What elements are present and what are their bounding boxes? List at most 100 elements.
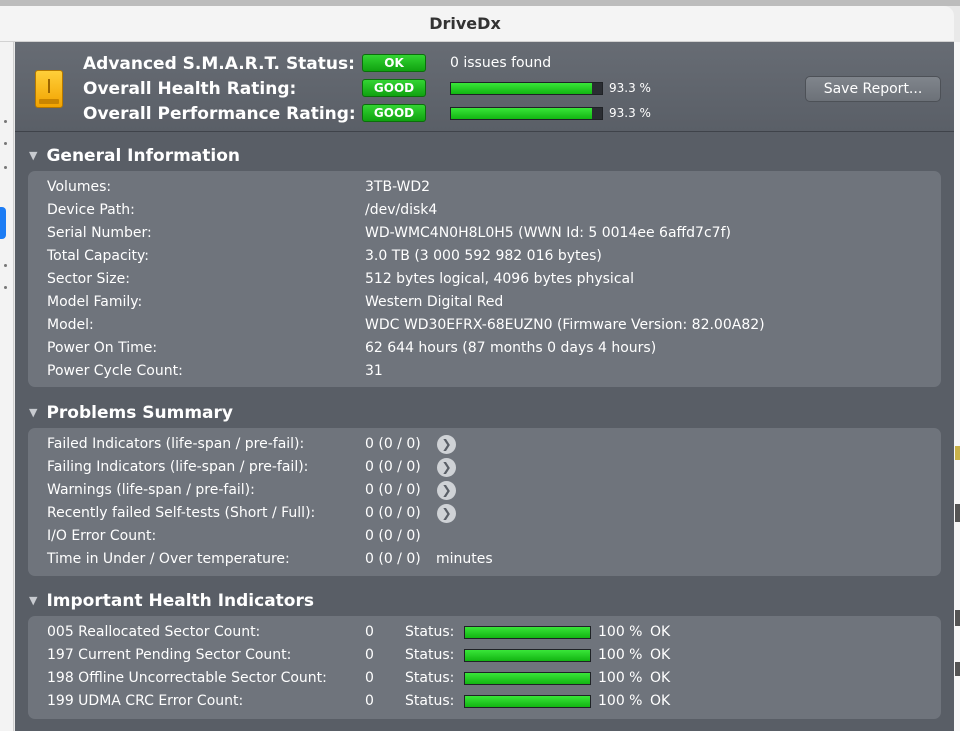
sidebar-edge [0,42,14,731]
details-arrow-icon[interactable]: ❯ [437,458,456,477]
health-rating-percent: 93.3 % [609,81,651,95]
performance-rating-label: Overall Performance Rating: [83,104,356,124]
problem-value: 0 (0 / 0) [365,482,421,498]
details-arrow-icon[interactable]: ❯ [437,504,456,523]
indicator-status-label: Status: [405,624,455,640]
indicator-status-bar [464,626,591,639]
sidebar-dot [4,286,7,289]
title-bar: DriveDx [0,6,954,42]
performance-rating-percent: 93.3 % [609,106,651,120]
sidebar-selected-item[interactable] [0,207,6,239]
info-value: 3.0 TB (3 000 592 982 016 bytes) [365,248,602,264]
health-rating-badge: GOOD [362,79,426,97]
health-indicators-header[interactable]: ▼ Important Health Indicators [29,591,314,611]
indicator-status-bar-fill [465,627,590,638]
info-row: Power Cycle Count: 31 [28,360,941,383]
background-window-mark [955,662,960,676]
health-rating-label: Overall Health Rating: [83,79,297,99]
indicator-raw-value: 0 [365,647,374,663]
sidebar-dot [4,166,7,169]
problem-key: Failing Indicators (life-span / pre-fail… [47,459,309,475]
sidebar-dot [4,264,7,267]
details-arrow-icon[interactable]: ❯ [437,435,456,454]
problem-row: Warnings (life-span / pre-fail): 0 (0 / 0… [28,479,941,502]
info-key: Total Capacity: [47,248,150,264]
indicator-status-bar-fill [465,696,590,707]
details-arrow-icon[interactable]: ❯ [437,481,456,500]
info-row: Model Family: Western Digital Red [28,291,941,314]
background-window-mark [955,504,960,522]
smart-status-label: Advanced S.M.A.R.T. Status: [83,54,355,74]
info-key: Serial Number: [47,225,152,241]
info-value: 3TB-WD2 [365,179,431,195]
indicator-row: 005 Reallocated Sector Count: 0 Status: … [28,621,941,644]
save-report-button[interactable]: Save Report... [805,76,941,102]
indicator-status-text: OK [650,670,671,686]
indicator-raw-value: 0 [365,624,374,640]
disclosure-triangle-icon[interactable]: ▼ [29,149,37,162]
general-info-panel: Volumes: 3TB-WD2 Device Path: /dev/disk4 S… [28,171,941,387]
indicator-status-text: OK [650,647,671,663]
indicator-raw-value: 0 [365,693,374,709]
indicator-status-bar [464,649,591,662]
info-key: Power Cycle Count: [47,363,183,379]
problem-value: 0 (0 / 0) [365,528,421,544]
indicator-status-bar [464,695,591,708]
problem-key: Recently failed Self-tests (Short / Full… [47,505,316,521]
general-info-title: General Information [46,146,240,166]
problem-key: Failed Indicators (life-span / pre-fail)… [47,436,305,452]
main-panel: Advanced S.M.A.R.T. Status: OK 0 issues … [15,42,954,731]
disclosure-triangle-icon[interactable]: ▼ [29,406,37,419]
indicator-row: 197 Current Pending Sector Count: 0 Stat… [28,644,941,667]
general-info-header[interactable]: ▼ General Information [29,146,240,166]
problems-summary-panel: Failed Indicators (life-span / pre-fail)… [28,428,941,576]
indicator-raw-value: 0 [365,670,374,686]
smart-status-text: 0 issues found [450,55,552,71]
problem-value: 0 (0 / 0) [365,436,421,452]
problem-row: I/O Error Count: 0 (0 / 0) [28,525,941,548]
health-rating-bar [450,82,603,95]
health-indicators-panel: 005 Reallocated Sector Count: 0 Status: … [28,616,941,719]
info-key: Model Family: [47,294,143,310]
problem-row: Time in Under / Over temperature: 0 (0 / … [28,548,941,571]
indicator-row: 198 Offline Uncorrectable Sector Count: … [28,667,941,690]
indicator-status-percent: 100 % [598,647,643,663]
smart-status-badge: OK [362,54,426,72]
indicator-status-percent: 100 % [598,624,643,640]
indicator-name: 197 Current Pending Sector Count: [47,647,292,663]
info-value: WDC WD30EFRX-68EUZN0 (Firmware Version: … [365,317,765,333]
health-indicators-title: Important Health Indicators [46,591,314,611]
info-value: WD-WMC4N0H8L0H5 (WWN Id: 5 0014ee 6affd7… [365,225,731,241]
problem-row: Failed Indicators (life-span / pre-fail)… [28,433,941,456]
indicator-status-text: OK [650,693,671,709]
problem-unit: minutes [436,551,493,567]
info-value: Western Digital Red [365,294,504,310]
info-key: Sector Size: [47,271,130,287]
health-rating-bar-fill [451,83,592,94]
indicator-name: 198 Offline Uncorrectable Sector Count: [47,670,327,686]
problems-summary-header[interactable]: ▼ Problems Summary [29,403,233,423]
indicator-status-bar-fill [465,673,590,684]
info-value: 512 bytes logical, 4096 bytes physical [365,271,634,287]
problem-row: Recently failed Self-tests (Short / Full… [28,502,941,525]
performance-rating-bar-fill [451,108,592,119]
info-value: /dev/disk4 [365,202,438,218]
performance-rating-bar [450,107,603,120]
info-row: Total Capacity: 3.0 TB (3 000 592 982 016… [28,245,941,268]
info-value: 62 644 hours (87 months 0 days 4 hours) [365,340,657,356]
indicator-status-label: Status: [405,693,455,709]
disclosure-triangle-icon[interactable]: ▼ [29,594,37,607]
indicator-status-text: OK [650,624,671,640]
info-value: 31 [365,363,383,379]
problems-summary-title: Problems Summary [46,403,233,423]
indicator-row: 199 UDMA CRC Error Count: 0 Status: 100 … [28,690,941,713]
problem-value: 0 (0 / 0) [365,551,421,567]
indicator-name: 005 Reallocated Sector Count: [47,624,261,640]
info-row: Volumes: 3TB-WD2 [28,176,941,199]
indicator-status-percent: 100 % [598,693,643,709]
info-key: Power On Time: [47,340,158,356]
status-header: Advanced S.M.A.R.T. Status: OK 0 issues … [15,42,954,132]
info-key: Device Path: [47,202,135,218]
background-window-mark [955,610,960,626]
info-row: Serial Number: WD-WMC4N0H8L0H5 (WWN Id: 5… [28,222,941,245]
